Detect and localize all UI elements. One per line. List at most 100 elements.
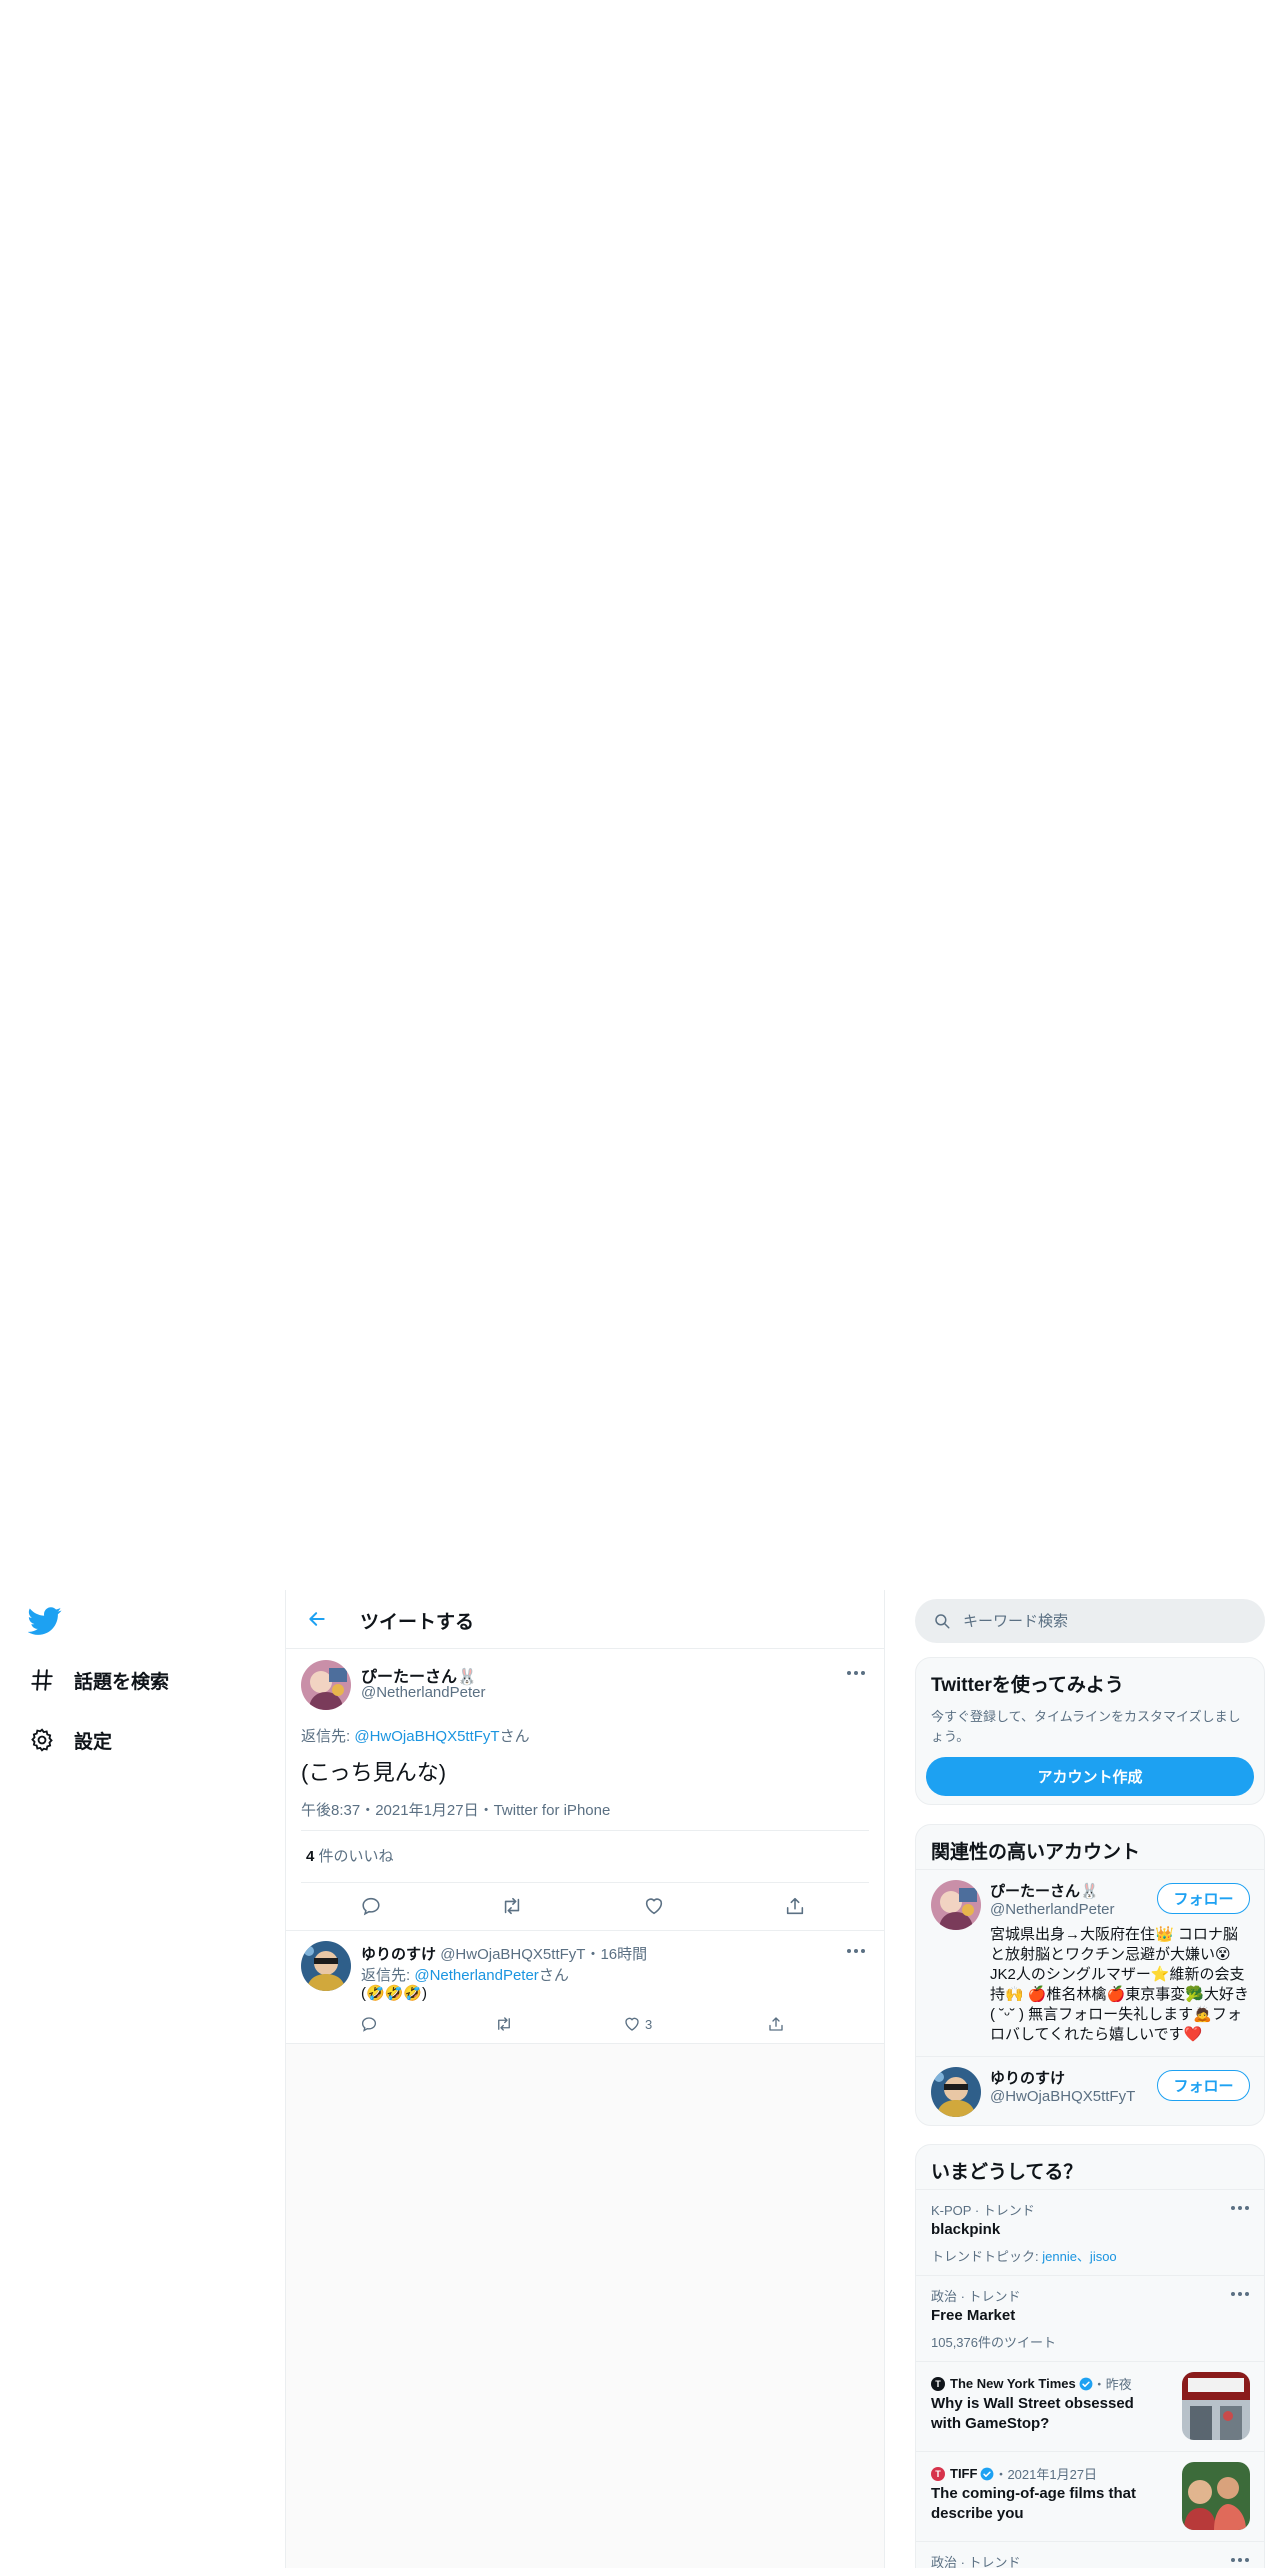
news-thumbnail (1182, 2462, 1250, 2530)
create-account-button[interactable]: アカウント作成 (926, 1757, 1254, 1796)
gear-icon (28, 1726, 56, 1754)
search-box[interactable] (915, 1599, 1265, 1643)
account-bio: 宮城県出身→大阪府在住👑 コロナ脳と放射脳とワクチン忌避が大嫌い😵JK2人のシン… (990, 1926, 1249, 2043)
retweet-icon (504, 1897, 520, 1915)
nav-settings[interactable]: 設定 (28, 1720, 112, 1760)
nyt-logo-icon: T (931, 2376, 945, 2391)
reply-header: ゆりのすけ @HwOjaBHQX5ttFyT・16時間 (361, 1943, 647, 1964)
like-button[interactable] (637, 1889, 671, 1923)
share-icon (786, 1897, 804, 1915)
reply-to-link[interactable]: @NetherlandPeter (414, 1967, 538, 1984)
related-accounts-title: 関連性の高いアカウント (931, 1842, 1141, 1863)
news-source-name: TIFF (950, 2466, 978, 2481)
back-button[interactable] (300, 1602, 334, 1636)
account-row[interactable]: ぴーたーさん🐰 @NetherlandPeter 宮城県出身→大阪府在住👑 コロ… (916, 1869, 1264, 2056)
related-accounts-card: 関連性の高いアカウント ぴーたーさん🐰 @NetherlandPeter 宮城県… (915, 1824, 1265, 2126)
trend-topic-links[interactable]: jennie、jisoo (1042, 2249, 1116, 2264)
trend-topics: トレンドトピック: jennie、jisoo (931, 2246, 1117, 2265)
reply-icon (362, 1897, 380, 1916)
verified-badge-icon (1079, 2377, 1093, 2391)
news-item[interactable]: T TIFF ・2021年1月27日 The coming-of-age fil… (916, 2451, 1264, 2541)
twitter-logo-icon[interactable] (27, 1604, 62, 1638)
main-column: ツイートする ぴーたーさん🐰 @NetherlandPeter 返信先: @Hw… (285, 1590, 885, 2568)
focused-tweet: ぴーたーさん🐰 @NetherlandPeter 返信先: @HwOjaBHQX… (286, 1649, 884, 1931)
trend-category: 政治 · トレンド (931, 2289, 1021, 2304)
follow-button[interactable]: フォロー (1157, 1883, 1250, 1914)
trend-item[interactable]: K-POP · トレンド blackpink トレンドトピック: jennie、… (916, 2189, 1264, 2275)
trend-category: 政治 · トレンド (931, 2555, 1021, 2568)
reply-icon (361, 2017, 377, 2032)
more-options-icon[interactable] (842, 1941, 870, 1961)
signup-title: Twitterを使ってみよう (931, 1675, 1124, 1696)
verified-badge-icon (980, 2467, 994, 2481)
avatar[interactable] (301, 1660, 351, 1710)
avatar[interactable] (931, 2067, 981, 2117)
left-navigation: 話題を検索 設定 (0, 1590, 285, 2568)
nav-explore[interactable]: 話題を検索 (28, 1660, 169, 1700)
trend-title: blackpink (931, 2221, 1001, 2238)
hashtag-icon (28, 1666, 56, 1694)
avatar[interactable] (931, 1880, 981, 1930)
avatar[interactable] (301, 1941, 351, 1991)
likes-label: 件のいいね (314, 1848, 394, 1865)
trend-item[interactable]: 政治 · トレンド (916, 2541, 1264, 2568)
signup-card: Twitterを使ってみよう 今すぐ登録して、タイムラインをカスタマイズしましょ… (915, 1657, 1265, 1805)
account-name[interactable]: ぴーたーさん🐰 (990, 1880, 1099, 1901)
trend-item[interactable]: 政治 · トレンド Free Market 105,376件のツイート (916, 2275, 1264, 2361)
reply-author-name[interactable]: ゆりのすけ (361, 1946, 436, 1963)
tweet-timestamp[interactable]: 午後8:37・2021年1月27日・Twitter for iPhone (301, 1799, 610, 1820)
divider (301, 1830, 869, 1831)
account-handle[interactable]: @HwOjaBHQX5ttFyT (990, 2088, 1135, 2105)
news-item[interactable]: T The New York Times ・昨夜 Why is Wall Str… (916, 2361, 1264, 2451)
tweet-author-handle[interactable]: @NetherlandPeter (361, 1684, 485, 1701)
tweet-text: (こっち見んな) (301, 1760, 447, 1785)
likes-count[interactable]: 4 件のいいね (306, 1845, 394, 1866)
main-header: ツイートする (286, 1590, 884, 1649)
reply-context: 返信先: @HwOjaBHQX5ttFyTさん (301, 1725, 530, 1746)
reply-suffix: さん (499, 1728, 530, 1745)
share-button[interactable] (759, 2007, 793, 2041)
reply-button[interactable] (354, 1889, 388, 1923)
reply-time[interactable]: ・16時間 (585, 1946, 647, 1963)
like-button[interactable]: 3 (623, 2007, 683, 2041)
page-title: ツイートする (360, 1612, 475, 1633)
tiff-logo-icon: T (931, 2466, 945, 2481)
reply-text: (🤣🤣🤣) (361, 1985, 428, 2002)
signup-description: 今すぐ登録して、タイムラインをカスタマイズしましょう。 (931, 1709, 1241, 1744)
follow-button[interactable]: フォロー (1157, 2070, 1250, 2101)
reply-context: 返信先: @NetherlandPeterさん (361, 1964, 569, 1985)
news-source: T TIFF ・2021年1月27日 (931, 2464, 1097, 2483)
like-count: 3 (645, 2016, 653, 2032)
back-arrow-icon (309, 1612, 325, 1626)
search-icon (935, 1614, 950, 1629)
account-handle[interactable]: @NetherlandPeter (990, 1901, 1114, 1918)
trend-category: K-POP · トレンド (931, 2203, 1035, 2218)
nav-settings-label: 設定 (74, 1731, 113, 1753)
trend-topics-prefix: トレンドトピック: (931, 2249, 1043, 2264)
retweet-button[interactable] (495, 1889, 529, 1923)
more-options-icon[interactable] (842, 1663, 870, 1683)
search-input[interactable] (963, 1612, 1253, 1630)
news-thumbnail (1182, 2372, 1250, 2440)
news-title: The coming-of-age films that describe yo… (931, 2485, 1137, 2522)
right-sidebar: Twitterを使ってみよう 今すぐ登録して、タイムラインをカスタマイズしましょ… (885, 1590, 1284, 2568)
reply-to-link[interactable]: @HwOjaBHQX5ttFyT (354, 1728, 499, 1745)
reply-tweet[interactable]: ゆりのすけ @HwOjaBHQX5ttFyT・16時間 返信先: @Nether… (286, 1931, 884, 2044)
heart-icon (625, 2017, 639, 2031)
account-name[interactable]: ゆりのすけ (990, 2067, 1065, 2088)
more-options-icon[interactable] (1226, 2198, 1254, 2218)
retweet-button[interactable] (487, 2007, 521, 2041)
reply-author-handle[interactable]: @HwOjaBHQX5ttFyT (440, 1946, 585, 1963)
reply-button[interactable] (352, 2007, 386, 2041)
more-options-icon[interactable] (1226, 2550, 1254, 2568)
share-icon (769, 2017, 783, 2031)
reply-suffix: さん (538, 1967, 569, 1984)
more-options-icon[interactable] (1226, 2284, 1254, 2304)
account-row[interactable]: ゆりのすけ @HwOjaBHQX5ttFyT フォロー (916, 2056, 1264, 2125)
reply-prefix: 返信先: (361, 1967, 415, 1984)
retweet-icon (498, 2017, 510, 2031)
heart-icon (645, 1898, 663, 1915)
trends-card: いまどうしてる？ K-POP · トレンド blackpink トレンドトピック… (915, 2144, 1265, 2568)
news-title: Why is Wall Street obsessed with GameSto… (931, 2395, 1134, 2432)
share-button[interactable] (778, 1889, 812, 1923)
